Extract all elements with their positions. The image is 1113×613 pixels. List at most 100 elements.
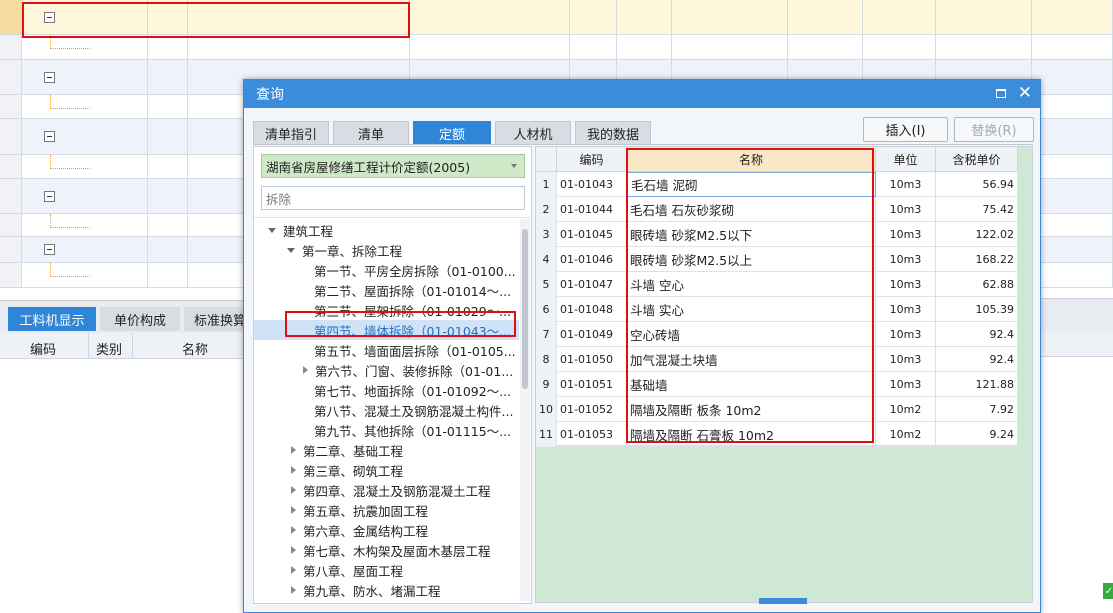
collapse-icon[interactable] bbox=[44, 71, 55, 83]
quota-price[interactable]: 75.42 bbox=[936, 197, 1018, 222]
quota-unit[interactable]: 10m3 bbox=[876, 322, 936, 347]
tree-item[interactable]: 第三节、屋架拆除（01-01029～... bbox=[314, 300, 511, 320]
tree-item[interactable]: 第五节、墙面面层拆除（01-0105... bbox=[314, 340, 516, 360]
table-cell[interactable] bbox=[0, 155, 22, 178]
table-cell[interactable] bbox=[1032, 119, 1113, 154]
table-cell[interactable] bbox=[0, 0, 22, 34]
quota-price[interactable]: 92.4 bbox=[936, 322, 1018, 347]
table-row[interactable]: 11 01-01053 隔墙及隔断 石膏板 10m2 10m2 9.24 bbox=[536, 422, 1018, 447]
quota-book-select[interactable]: 湖南省房屋修缮工程计价定额(2005) bbox=[261, 154, 525, 178]
table-row[interactable]: 5 01-01047 斗墙 空心 10m3 62.88 bbox=[536, 272, 1018, 297]
quota-name[interactable]: 眼砖墙 砂浆M2.5以上 bbox=[627, 247, 876, 272]
table-cell[interactable] bbox=[570, 35, 617, 59]
tree-item[interactable]: 第十章、... bbox=[291, 600, 365, 603]
table-cell[interactable] bbox=[788, 35, 863, 59]
tree-item[interactable]: 第四节、墙体拆除（01-01043～... bbox=[254, 320, 519, 340]
quota-code[interactable]: 01-01050 bbox=[557, 347, 627, 372]
table-cell[interactable] bbox=[22, 35, 148, 59]
table-cell[interactable] bbox=[936, 0, 1032, 34]
quota-name[interactable]: 加气混凝土块墙 bbox=[627, 347, 876, 372]
quota-name[interactable]: 隔墙及隔断 石膏板 10m2 bbox=[627, 422, 876, 447]
tree-item[interactable]: 第四章、混凝土及钢筋混凝土工程 bbox=[291, 480, 491, 500]
quota-price[interactable]: 7.92 bbox=[936, 397, 1018, 422]
quota-unit[interactable]: 10m3 bbox=[876, 347, 936, 372]
tree-item[interactable]: 建筑工程 bbox=[268, 220, 333, 240]
replace-button[interactable]: 替换(R) bbox=[954, 117, 1034, 142]
table-row[interactable]: 10 01-01052 隔墙及隔断 板条 10m2 10m2 7.92 bbox=[536, 397, 1018, 422]
tree-item[interactable]: 第八章、屋面工程 bbox=[291, 560, 403, 580]
tree-item[interactable]: 第九章、防水、堵漏工程 bbox=[291, 580, 441, 600]
tree-item[interactable]: 第六章、金属结构工程 bbox=[291, 520, 428, 540]
table-row[interactable]: 9 01-01051 基础墙 10m3 121.88 bbox=[536, 372, 1018, 397]
table-cell[interactable] bbox=[0, 214, 22, 236]
collapsed-arrow-icon[interactable] bbox=[291, 506, 296, 514]
table-cell[interactable] bbox=[1032, 237, 1113, 262]
row-number-header[interactable] bbox=[536, 147, 557, 172]
table-cell[interactable] bbox=[672, 0, 788, 34]
quota-code[interactable]: 01-01049 bbox=[557, 322, 627, 347]
table-cell[interactable] bbox=[22, 119, 148, 154]
table-cell[interactable] bbox=[1032, 179, 1113, 213]
tree-item[interactable]: 第六节、门窗、装修拆除（01-01... bbox=[303, 360, 513, 380]
quota-price[interactable]: 122.02 bbox=[936, 222, 1018, 247]
table-cell[interactable] bbox=[617, 0, 672, 34]
table-cell[interactable] bbox=[148, 95, 188, 118]
table-cell[interactable] bbox=[410, 35, 570, 59]
table-cell[interactable] bbox=[148, 179, 188, 213]
table-cell[interactable] bbox=[188, 0, 410, 34]
tree-item[interactable]: 第七节、地面拆除（01-01092～... bbox=[314, 380, 511, 400]
tree-item[interactable]: 第七章、木构架及屋面木基层工程 bbox=[291, 540, 491, 560]
quota-unit[interactable]: 10m3 bbox=[876, 222, 936, 247]
quota-price[interactable]: 105.39 bbox=[936, 297, 1018, 322]
column-header-price[interactable]: 含税单价 bbox=[936, 147, 1018, 172]
quota-code[interactable]: 01-01043 bbox=[557, 172, 627, 197]
table-row[interactable]: 8 01-01050 加气混凝土块墙 10m3 92.4 bbox=[536, 347, 1018, 372]
collapsed-arrow-icon[interactable] bbox=[291, 566, 296, 574]
table-cell[interactable] bbox=[0, 263, 22, 287]
quota-unit[interactable]: 10m3 bbox=[876, 297, 936, 322]
table-cell[interactable] bbox=[22, 263, 148, 287]
table-row[interactable]: 6 01-01048 斗墙 实心 10m3 105.39 bbox=[536, 297, 1018, 322]
column-header-code[interactable]: 编码 bbox=[557, 147, 627, 172]
table-cell[interactable] bbox=[148, 119, 188, 154]
table-cell[interactable] bbox=[1032, 214, 1113, 236]
table-cell[interactable] bbox=[410, 0, 570, 34]
quota-name[interactable]: 斗墙 空心 bbox=[627, 272, 876, 297]
collapse-icon[interactable] bbox=[44, 131, 55, 142]
quota-name[interactable]: 斗墙 实心 bbox=[627, 297, 876, 322]
table-cell[interactable] bbox=[0, 95, 22, 118]
expanded-arrow-icon[interactable] bbox=[287, 247, 295, 253]
tree-item[interactable]: 第二章、基础工程 bbox=[291, 440, 403, 460]
tree-item[interactable]: 第八节、混凝土及钢筋混凝土构件... bbox=[314, 400, 513, 420]
quota-price[interactable]: 92.4 bbox=[936, 347, 1018, 372]
table-cell[interactable] bbox=[863, 35, 936, 59]
table-cell[interactable] bbox=[148, 0, 188, 34]
quota-name[interactable]: 毛石墙 石灰砂浆砌 bbox=[627, 197, 876, 222]
table-cell[interactable] bbox=[22, 60, 148, 94]
quota-unit[interactable]: 10m2 bbox=[876, 422, 936, 447]
table-cell[interactable] bbox=[0, 179, 22, 213]
table-row[interactable] bbox=[0, 35, 1113, 60]
table-cell[interactable] bbox=[22, 155, 148, 178]
insert-button[interactable]: 插入(I) bbox=[863, 117, 948, 142]
quota-name[interactable]: 空心砖墙 bbox=[627, 322, 876, 347]
table-cell[interactable] bbox=[1032, 0, 1113, 34]
collapse-icon[interactable] bbox=[44, 190, 55, 202]
tree-item[interactable]: 第五章、抗震加固工程 bbox=[291, 500, 428, 520]
collapsed-arrow-icon[interactable] bbox=[291, 546, 296, 554]
table-cell[interactable] bbox=[1032, 263, 1113, 287]
table-cell[interactable] bbox=[1032, 35, 1113, 59]
table-row[interactable]: 3 01-01045 眼砖墙 砂浆M2.5以下 10m3 122.02 bbox=[536, 222, 1018, 247]
table-cell[interactable] bbox=[22, 95, 148, 118]
quota-code[interactable]: 01-01051 bbox=[557, 372, 627, 397]
quota-unit[interactable]: 10m3 bbox=[876, 247, 936, 272]
quota-unit[interactable]: 10m3 bbox=[876, 272, 936, 297]
table-cell[interactable] bbox=[0, 35, 22, 59]
quota-code[interactable]: 01-01045 bbox=[557, 222, 627, 247]
table-cell[interactable] bbox=[1032, 95, 1113, 118]
expanded-arrow-icon[interactable] bbox=[268, 227, 276, 233]
table-cell[interactable] bbox=[22, 179, 148, 213]
close-icon[interactable]: ✕ bbox=[1018, 83, 1032, 103]
quota-price[interactable]: 62.88 bbox=[936, 272, 1018, 297]
table-cell[interactable] bbox=[0, 237, 22, 262]
